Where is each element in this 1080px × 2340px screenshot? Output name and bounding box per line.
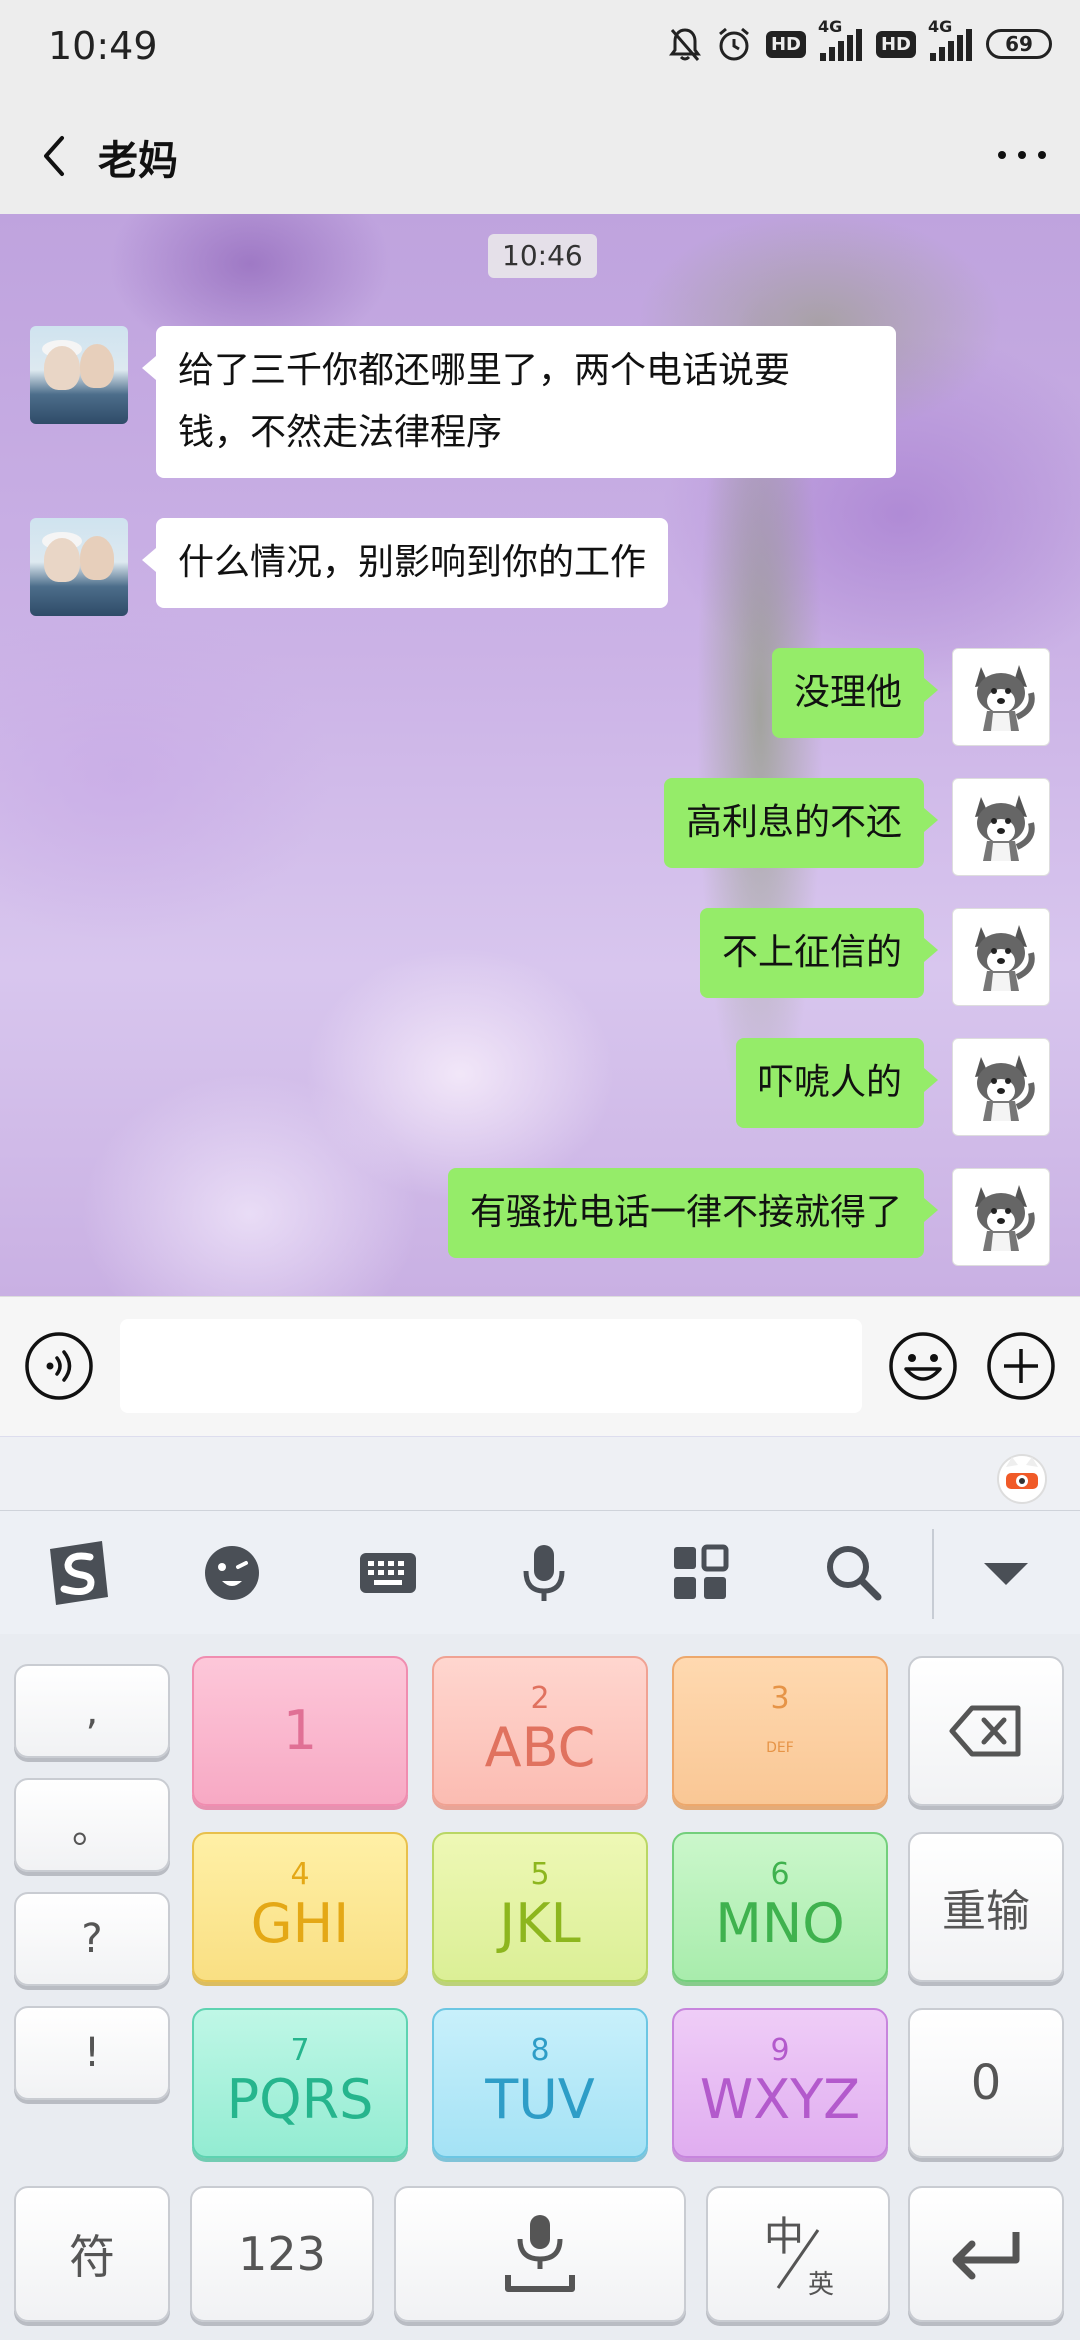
husky-avatar-icon: [975, 795, 1035, 861]
key-question[interactable]: ?: [14, 1892, 170, 1986]
key-period[interactable]: 。: [14, 1778, 170, 1872]
key-8-tuv[interactable]: 8 TUV: [432, 2008, 648, 2158]
key-comma[interactable]: ,: [14, 1664, 170, 1758]
user-avatar[interactable]: [952, 648, 1050, 746]
user-avatar[interactable]: [952, 1168, 1050, 1266]
microphone-icon: [505, 2215, 575, 2292]
message-text: 有骚扰电话一律不接就得了: [469, 1192, 902, 1233]
key-lang-switch[interactable]: 中 英: [706, 2186, 890, 2322]
message-text: 不上征信的: [721, 932, 902, 973]
message-timestamp: 10:46: [488, 234, 597, 278]
key-9-wxyz[interactable]: 9 WXYZ: [672, 2008, 888, 2158]
mute-bell-icon: [668, 28, 701, 61]
ime-toolbar: [0, 1510, 1080, 1634]
message-bubble[interactable]: 没理他: [771, 648, 939, 738]
user-avatar[interactable]: [952, 778, 1050, 876]
microphone-icon[interactable]: [512, 1541, 576, 1605]
key-6-mno[interactable]: 6 MNO: [672, 1832, 888, 1982]
key-1[interactable]: 1: [192, 1656, 408, 1806]
collapse-down-icon[interactable]: [974, 1541, 1038, 1605]
contact-avatar[interactable]: [30, 326, 128, 424]
lang-en-label: 英: [808, 2270, 835, 2300]
chat-title: 老妈: [98, 138, 178, 184]
search-icon[interactable]: [822, 1541, 886, 1605]
hd-badge: HD: [765, 30, 806, 58]
message-bubble[interactable]: 有骚扰电话一律不接就得了: [447, 1168, 939, 1258]
battery-level: 69: [1005, 32, 1033, 56]
message-text: 什么情况，别影响到你的工作: [178, 542, 647, 583]
message-bubble[interactable]: 不上征信的: [699, 908, 939, 998]
husky-avatar-icon: [975, 665, 1035, 731]
message-input-bar: [0, 1296, 1080, 1436]
signal-icon: 4G: [928, 17, 972, 61]
message-text: 吓唬人的: [757, 1062, 902, 1103]
alarm-icon: [719, 27, 749, 61]
key-0[interactable]: 0: [908, 2008, 1064, 2158]
husky-avatar-icon: [975, 1055, 1035, 1121]
key-exclaim[interactable]: !: [14, 2006, 170, 2100]
message-text: 给了三千你都还哪里了，两个电话说要: [178, 350, 791, 391]
status-bar: 10:49 HD 4G HD 4G 69: [0, 0, 1080, 100]
key-4-ghi[interactable]: 4 GHI: [192, 1832, 408, 1982]
keyboard-icon[interactable]: [356, 1541, 420, 1605]
key-enter[interactable]: [908, 2186, 1064, 2322]
plus-circle-icon[interactable]: [986, 1331, 1056, 1401]
chat-area[interactable]: 10:46 给了三千你都还哪里了，两个电话说要 钱，不然走法律程序 什么情况，别…: [0, 214, 1080, 1296]
grid-apps-icon[interactable]: [668, 1541, 732, 1605]
key-7-pqrs[interactable]: 7 PQRS: [192, 2008, 408, 2158]
signal-icon: 4G: [818, 17, 862, 61]
message-text: 没理他: [793, 672, 902, 713]
key-retype[interactable]: 重输: [908, 1832, 1064, 1982]
husky-avatar-icon: [975, 925, 1035, 991]
chevron-left-icon[interactable]: [30, 126, 80, 186]
message-input[interactable]: [120, 1319, 862, 1413]
key-numbers[interactable]: 123: [190, 2186, 374, 2322]
message-bubble[interactable]: 吓唬人的: [735, 1038, 939, 1128]
status-time: 10:49: [48, 24, 158, 68]
voice-icon[interactable]: [24, 1331, 94, 1401]
more-dots-icon[interactable]: [992, 140, 1052, 170]
ime-keyboard: , 。 ? ! 1 2 ABC 3 DEF 4 GHI 5 JKL 6 MNO …: [0, 1634, 1080, 2340]
key-backspace[interactable]: [908, 1656, 1064, 1806]
status-icons: HD 4G HD 4G 69: [668, 17, 1052, 62]
contact-avatar[interactable]: [30, 518, 128, 616]
backspace-icon: [949, 1705, 1021, 1757]
message-bubble[interactable]: 给了三千你都还哪里了，两个电话说要 钱，不然走法律程序: [142, 326, 896, 478]
user-avatar[interactable]: [952, 908, 1050, 1006]
ime-skin-icon[interactable]: [994, 1449, 1050, 1505]
key-space-voice[interactable]: [394, 2186, 686, 2322]
message-bubble[interactable]: 什么情况，别影响到你的工作: [141, 518, 669, 608]
ime-suggestion-bar: [0, 1436, 1080, 1510]
emoji-face-icon[interactable]: [200, 1541, 264, 1605]
network-type: 4G: [928, 17, 953, 36]
toolbar-divider: [932, 1529, 934, 1619]
key-3-def[interactable]: 3 DEF: [672, 1656, 888, 1806]
husky-avatar-icon: [975, 1185, 1035, 1251]
key-5-jkl[interactable]: 5 JKL: [432, 1832, 648, 1982]
message-bubble[interactable]: 高利息的不还: [663, 778, 939, 868]
user-avatar[interactable]: [952, 1038, 1050, 1136]
sogou-logo-icon[interactable]: [40, 1535, 116, 1611]
enter-arrow-icon: [952, 2232, 1020, 2280]
chat-header: 老妈: [0, 100, 1080, 214]
battery-icon: 69: [986, 29, 1052, 59]
hd-badge: HD: [875, 30, 916, 58]
smiley-icon[interactable]: [888, 1331, 958, 1401]
network-type: 4G: [817, 17, 843, 36]
key-symbols[interactable]: 符: [14, 2186, 170, 2322]
message-text: 钱，不然走法律程序: [178, 412, 503, 453]
key-2-abc[interactable]: 2 ABC: [432, 1656, 648, 1806]
message-text: 高利息的不还: [685, 802, 902, 843]
